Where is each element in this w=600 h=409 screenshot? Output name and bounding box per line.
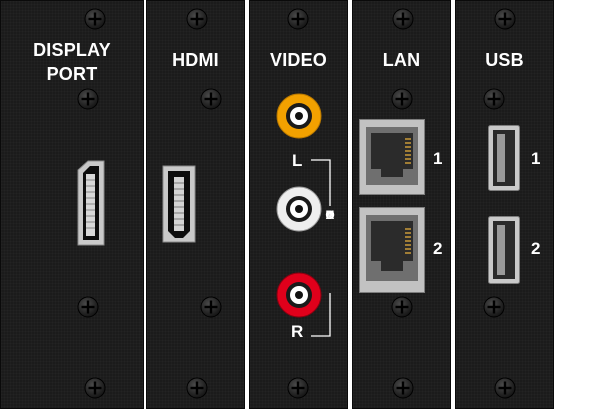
screw-icon	[287, 8, 309, 30]
ethernet-port-icon[interactable]	[359, 207, 425, 293]
usb-port-icon[interactable]	[488, 216, 520, 284]
screw-icon	[77, 296, 99, 318]
screw-icon	[287, 377, 309, 399]
audio-left-label: L	[292, 151, 303, 170]
screw-icon	[200, 296, 222, 318]
screw-icon	[186, 377, 208, 399]
usb-panel: USB 1 2	[455, 0, 554, 409]
hdmi-panel: HDMI	[146, 0, 245, 409]
screw-icon	[391, 296, 413, 318]
screw-icon	[77, 88, 99, 110]
screw-icon	[391, 88, 413, 110]
usb-port-number: 2	[531, 239, 541, 258]
screw-icon	[494, 377, 516, 399]
panel-title: VIDEO	[269, 50, 327, 70]
screw-icon	[392, 377, 414, 399]
screw-icon	[494, 8, 516, 30]
video-panel: VIDEO L R A U D I O	[249, 0, 348, 409]
panel-title: DISPLAY PORT	[33, 40, 111, 84]
panel-title: LAN	[382, 50, 421, 70]
lan-panel: LAN 1 2	[352, 0, 451, 409]
lan-port-number: 2	[433, 239, 443, 258]
screw-icon	[200, 88, 222, 110]
displayport-panel: DISPLAY PORT	[0, 0, 144, 409]
screw-icon	[186, 8, 208, 30]
panel-title: HDMI	[172, 50, 219, 70]
screw-icon	[84, 377, 106, 399]
usb-port-icon[interactable]	[488, 125, 520, 191]
screw-icon	[84, 8, 106, 30]
panel-title: USB	[485, 50, 524, 70]
ethernet-port-icon[interactable]	[359, 119, 425, 195]
audio-right-label: R	[291, 322, 304, 341]
audio-bracket	[311, 159, 331, 337]
usb-port-number: 1	[531, 149, 541, 168]
screw-icon	[392, 8, 414, 30]
screw-icon	[483, 88, 505, 110]
rca-video-jack-icon[interactable]	[276, 93, 322, 139]
hdmi-connector-icon[interactable]	[162, 165, 196, 243]
screw-icon	[483, 296, 505, 318]
lan-port-number: 1	[433, 149, 443, 168]
displayport-connector-icon[interactable]	[76, 160, 106, 246]
